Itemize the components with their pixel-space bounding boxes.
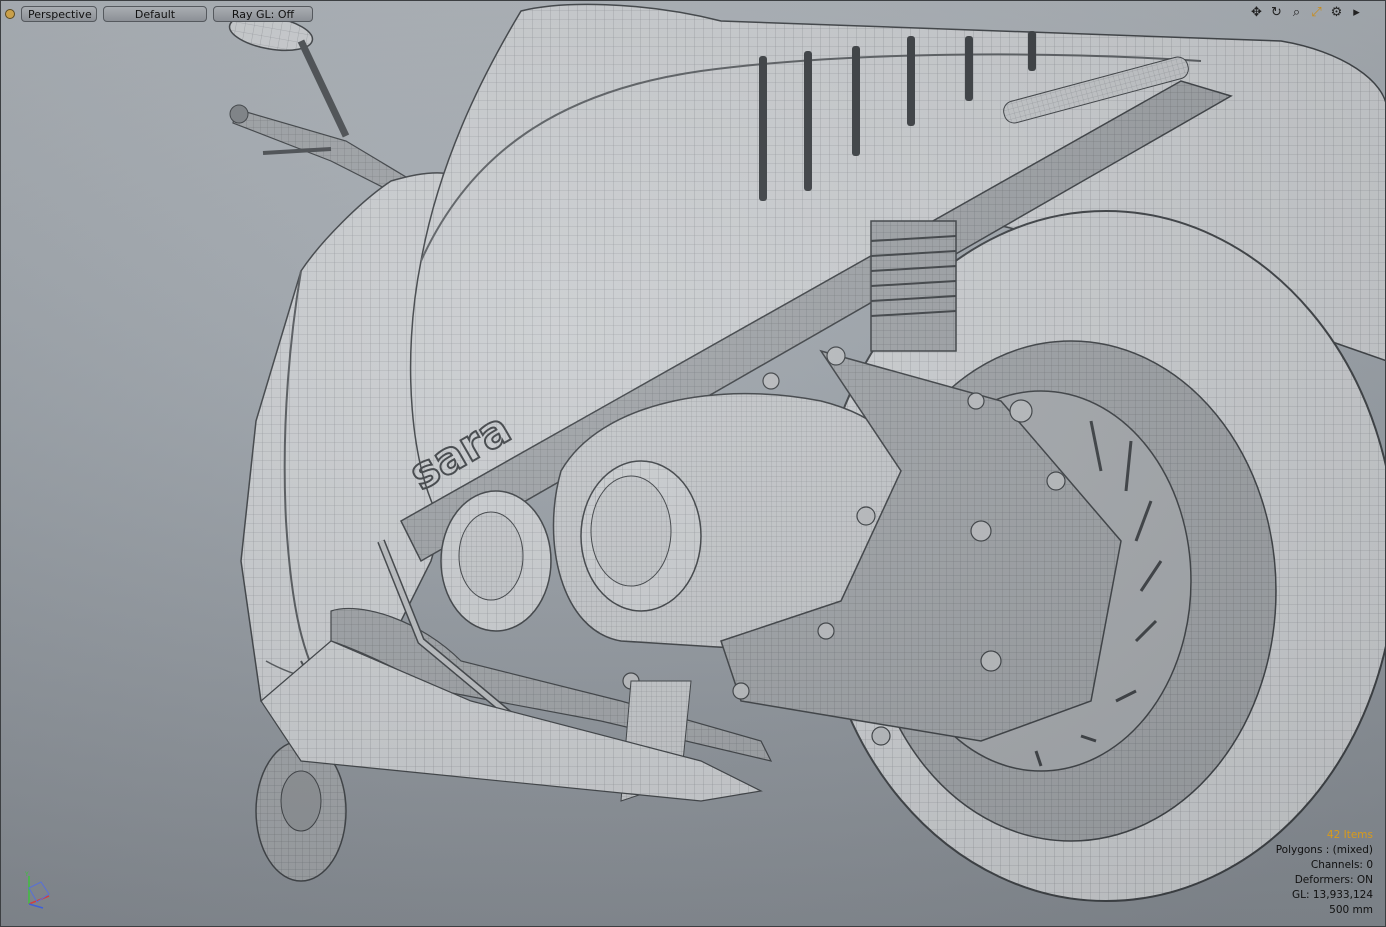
settings-icon[interactable]: ⚙	[1328, 5, 1345, 21]
gl-stat: GL: 13,933,124	[1292, 889, 1373, 901]
fit-view-icon[interactable]: ⤢	[1308, 5, 1325, 21]
expand-icon[interactable]: ▸	[1348, 5, 1365, 21]
3d-viewport[interactable]: sara Perspective Default Ray GL: Off ✥ ↻…	[0, 0, 1386, 927]
scooter-wireframe-model[interactable]: sara	[1, 1, 1386, 927]
view-navigation-controls: ✥ ↻ ⌕ ⤢ ⚙ ▸	[1248, 5, 1365, 21]
shock-absorber	[870, 220, 957, 352]
scene-stats: 42 Items Polygons : (mixed) Channels: 0 …	[1276, 828, 1373, 918]
view-mode-button[interactable]: Perspective	[21, 6, 97, 22]
polygon-stat: Polygons : (mixed)	[1275, 844, 1373, 856]
rotate-view-icon[interactable]: ↻	[1268, 5, 1285, 21]
item-count: 42 Items	[1326, 829, 1373, 841]
move-view-icon[interactable]: ✥	[1248, 5, 1265, 21]
deformers-stat: Deformers: ON	[1294, 874, 1373, 886]
shading-mode-button[interactable]: Default	[103, 6, 207, 22]
channels-stat: Channels: 0	[1310, 859, 1373, 871]
grid-scale-stat: 500 mm	[1329, 904, 1373, 916]
zoom-view-icon[interactable]: ⌕	[1288, 5, 1305, 21]
ray-gl-toggle[interactable]: Ray GL: Off	[213, 6, 313, 22]
axis-gizmo-icon: Y	[24, 871, 50, 909]
viewport-toolbar: Perspective Default Ray GL: Off	[5, 5, 313, 23]
svg-text:Y: Y	[24, 871, 29, 878]
viewport-menu-dot[interactable]	[5, 9, 15, 19]
